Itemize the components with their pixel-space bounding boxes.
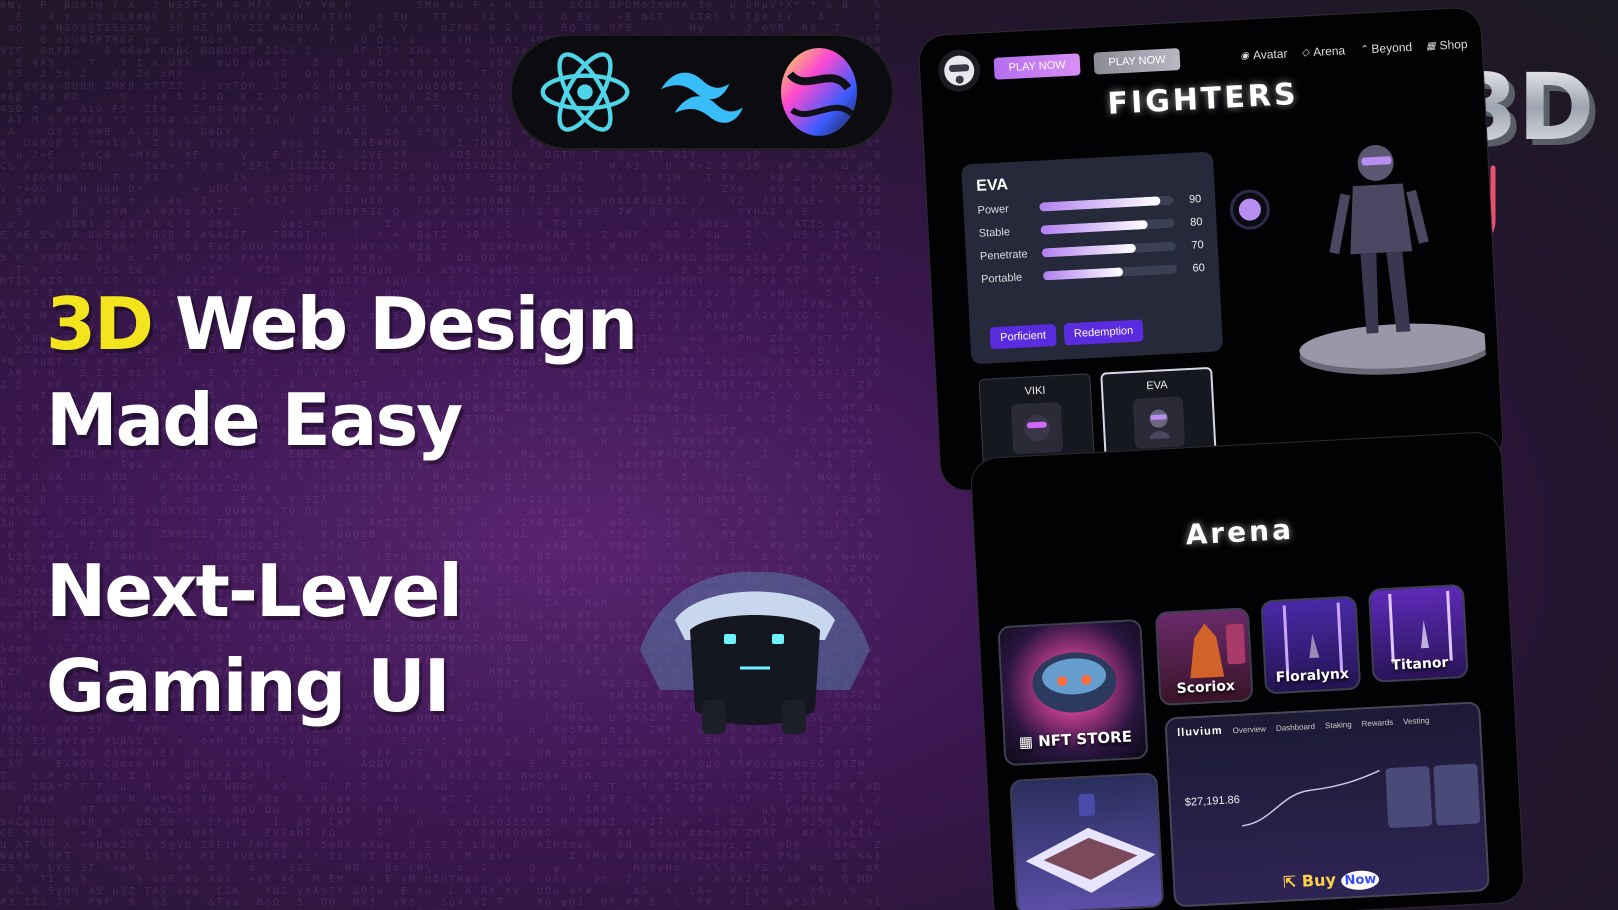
nav-links: ◉ Avatar ◇ Arena ⌃ Beyond ▦ Shop (1240, 37, 1468, 63)
react-icon (535, 42, 635, 142)
dashboard-brand: lluvium (1176, 724, 1223, 740)
stat-row-portable: Portable 60 (981, 259, 1206, 288)
stat-bar (1041, 241, 1176, 258)
stat-bar (1042, 264, 1178, 281)
scoriox-tile[interactable]: Scoriox (1154, 607, 1254, 706)
user-icon: ◉ (1240, 49, 1250, 62)
isometric-map-tile[interactable] (1009, 772, 1165, 910)
character-thumbnail (1132, 396, 1186, 449)
character-name: VIKI (1024, 384, 1046, 398)
redemption-button[interactable]: Redemption (1063, 319, 1144, 346)
scoriox-label: Scoriox (1176, 678, 1236, 698)
stat-label: Power (977, 202, 1010, 217)
chevrons-up-icon: ⌃ (1358, 43, 1368, 56)
headline-line-3: Next-Level (46, 549, 463, 633)
stat-bar-fill (1041, 243, 1136, 258)
headline-line-4: Gaming UI (46, 644, 451, 728)
robot-mascot-image (620, 570, 890, 750)
nav-link-beyond[interactable]: ⌃ Beyond (1359, 40, 1413, 57)
shop-icon: ▦ (1018, 732, 1039, 752)
arena-section: Arena ▦ NFT STORE Scoriox Floralynx Tita… (970, 431, 1525, 910)
headline-line-1-text: Web Design (151, 282, 638, 366)
play-now-secondary-button[interactable]: PLAY NOW (1093, 48, 1181, 75)
fighters-section: PLAY NOW PLAY NOW ◉ Avatar ◇ Arena ⌃ Beyond… (918, 7, 1504, 492)
nav-link-shop[interactable]: ▦ Shop (1426, 37, 1468, 53)
threejs-sphere-icon (769, 42, 869, 142)
fighter-stats-card: EVA Power 90 Stable 80 Penetrate 70 Portable 60… (961, 151, 1224, 365)
titanor-label: Titanor (1391, 654, 1449, 674)
headline-line-1: 3D Web Design (46, 288, 638, 360)
dashboard-tab[interactable]: Staking (1325, 719, 1352, 729)
dashboard-topbar: lluvium Overview Dashboard Staking Rewar… (1166, 703, 1479, 747)
nav-link-arena[interactable]: ◇ Arena (1301, 43, 1345, 59)
tailwind-icon (652, 42, 752, 142)
stat-value: 60 (1192, 261, 1206, 275)
nav-link-avatar[interactable]: ◉ Avatar (1240, 46, 1288, 62)
titanor-tile[interactable]: Titanor (1367, 583, 1469, 683)
character-thumbnail (1010, 401, 1064, 455)
play-now-button[interactable]: PLAY NOW (993, 53, 1081, 80)
stat-bar (1039, 195, 1174, 212)
proficient-button[interactable]: Porficient (989, 323, 1057, 350)
stat-bar (1040, 218, 1175, 235)
nav-link-label: Avatar (1252, 46, 1288, 63)
diamond-icon: ◇ (1301, 46, 1310, 59)
headline-line-2: Made Easy (46, 378, 463, 462)
stat-bar-fill (1039, 196, 1161, 212)
stat-value: 70 (1191, 238, 1204, 252)
nft-store-tile[interactable]: ▦ NFT STORE (997, 618, 1149, 767)
shop-icon: ▦ (1425, 40, 1436, 52)
dashboard-tab[interactable]: Vesting (1403, 715, 1430, 725)
buy-now-button[interactable]: ⇱ Buy Now (1175, 862, 1488, 897)
character-name: EVA (1146, 379, 1168, 393)
buy-text: Buy (1301, 870, 1337, 891)
scoriox-image (1190, 623, 1246, 679)
dashboard-tab[interactable]: Dashboard (1276, 721, 1316, 732)
arena-title: Arena (1184, 512, 1295, 552)
external-link-icon: ⇱ (1282, 871, 1303, 892)
floralynx-label: Floralynx (1275, 666, 1350, 686)
selector-dot[interactable] (1228, 188, 1271, 231)
stat-label: Portable (980, 271, 1023, 286)
floralynx-tile[interactable]: Floralynx (1260, 595, 1362, 695)
nft-creature-image (1032, 652, 1117, 713)
stat-bar-fill (1042, 267, 1124, 281)
tech-stack-pill (512, 36, 892, 148)
logo-icon[interactable] (937, 48, 982, 93)
stat-label: Stable (978, 225, 1011, 240)
now-text: Now (1341, 869, 1380, 891)
fighter-3d-model (1299, 144, 1487, 375)
stat-label: Penetrate (979, 247, 1028, 263)
staking-dashboard-tile[interactable]: lluvium Overview Dashboard Staking Rewar… (1164, 701, 1490, 908)
stat-value: 80 (1189, 215, 1203, 229)
website-preview: PLAY NOW PLAY NOW ◉ Avatar ◇ Arena ⌃ Beyond… (918, 7, 1525, 910)
nft-store-text: NFT STORE (1037, 727, 1133, 751)
nav-link-label: Shop (1439, 36, 1468, 53)
dashboard-tab[interactable]: Overview (1232, 724, 1266, 735)
nav-link-label: Arena (1312, 43, 1346, 60)
isometric-map-image (1025, 793, 1156, 893)
nav-link-label: Beyond (1371, 39, 1413, 57)
headline-highlight: 3D (46, 282, 154, 366)
stat-value: 90 (1188, 192, 1202, 206)
stat-bar-fill (1040, 219, 1148, 235)
dashboard-tab[interactable]: Rewards (1361, 717, 1393, 728)
